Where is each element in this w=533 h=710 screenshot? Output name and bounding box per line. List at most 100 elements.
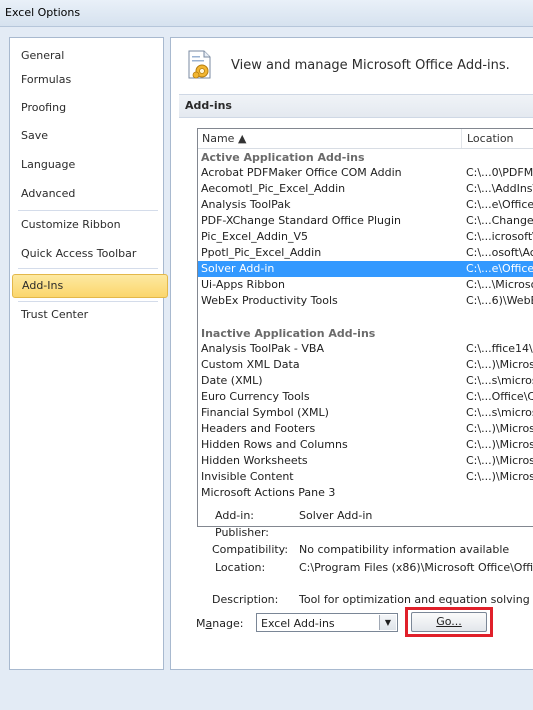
table-row[interactable]: Euro Currency Tools C:\...Office\C [198, 389, 533, 405]
table-row[interactable]: Microsoft Actions Pane 3 [198, 485, 533, 501]
nav-pane: General Formulas Proofing Save Language … [9, 37, 168, 670]
column-header-location[interactable]: Location [467, 132, 514, 145]
addin-location: C:\...ffice14\L [466, 342, 533, 355]
addin-location: C:\...icrosoft\ [466, 230, 533, 243]
column-header-name[interactable]: Name ▲ [202, 132, 246, 145]
nav-item-proofing[interactable]: Proofing [12, 96, 166, 120]
addin-location: C:\...)\Micros [466, 422, 533, 435]
nav-item-quick-access-toolbar[interactable]: Quick Access Toolbar [12, 242, 166, 266]
addin-location: C:\...s\micros [466, 406, 533, 419]
detail-publisher-label: Publisher: [215, 526, 270, 539]
detail-location-value: C:\Program Files (x86)\Microsoft Office\… [299, 561, 533, 574]
manage-select-value: Excel Add-ins [261, 617, 335, 630]
table-row[interactable]: Hidden Rows and Columns C:\...)\Micros [198, 437, 533, 453]
group-header-inactive: Inactive Application Add-ins [201, 327, 376, 340]
table-row[interactable]: Analysis ToolPak - VBA C:\...ffice14\L [198, 341, 533, 357]
addin-name: Solver Add-in [201, 262, 275, 275]
go-button[interactable]: Go... [411, 612, 487, 632]
page-heading: View and manage Microsoft Office Add-ins… [231, 58, 510, 73]
table-row[interactable]: Aecomotl_Pic_Excel_Addin C:\...\AddIns\ [198, 181, 533, 197]
table-header: Name ▲ Location [198, 129, 533, 149]
detail-compat-label: Compatibility: [212, 543, 289, 556]
addin-name: Invisible Content [201, 470, 294, 483]
addin-location: C:\...)\Micros [466, 438, 533, 451]
addin-name: Hidden Rows and Columns [201, 438, 348, 451]
addin-location: C:\...0\PDFMa [466, 166, 533, 179]
addin-name: Hidden Worksheets [201, 454, 308, 467]
addin-location: C:\...Office\C [466, 390, 533, 403]
nav-divider [18, 210, 158, 211]
detail-description-label: Description: [212, 593, 279, 606]
addin-location: C:\...)\Micros [466, 358, 533, 371]
addins-list[interactable]: Name ▲ Location Active Application Add-i… [197, 128, 533, 527]
nav-item-label: Formulas [21, 73, 72, 86]
detail-location-label: Location: [215, 561, 266, 574]
addin-name: Custom XML Data [201, 358, 300, 371]
table-row[interactable]: Ppotl_Pic_Excel_Addin C:\...osoft\Ac [198, 245, 533, 261]
nav-item-label: Trust Center [21, 308, 89, 321]
addin-name: Aecomotl_Pic_Excel_Addin [201, 182, 346, 195]
nav-divider [18, 301, 158, 302]
addin-location: C:\...\Microso [466, 278, 533, 291]
table-row[interactable]: Custom XML Data C:\...)\Micros [198, 357, 533, 373]
nav-item-save[interactable]: Save [12, 124, 166, 148]
detail-compat-value: No compatibility information available [299, 543, 510, 556]
addin-location: C:\...e\Office [466, 262, 533, 275]
addin-name: Analysis ToolPak - VBA [201, 342, 324, 355]
table-row[interactable]: Hidden Worksheets C:\...)\Micros [198, 453, 533, 469]
addin-name: Ui-Apps Ribbon [201, 278, 285, 291]
nav-item-general[interactable]: General [12, 44, 166, 68]
nav-item-customize-ribbon[interactable]: Customize Ribbon [12, 213, 166, 237]
addin-location: C:\...osoft\Ac [466, 246, 533, 259]
table-row[interactable]: Headers and Footers C:\...)\Micros [198, 421, 533, 437]
detail-description-value: Tool for optimization and equation solvi… [299, 593, 530, 606]
addin-name: WebEx Productivity Tools [201, 294, 338, 307]
nav-item-label: Advanced [21, 187, 76, 200]
detail-addin-label: Add-in: [215, 509, 254, 522]
nav-item-label: Customize Ribbon [21, 218, 121, 231]
addin-location: C:\...s\micros [466, 374, 533, 387]
addin-location: C:\...)\Micros [466, 454, 533, 467]
addins-gear-icon [188, 50, 211, 79]
title-bar: Excel Options [0, 0, 533, 27]
nav-item-label: Quick Access Toolbar [21, 247, 137, 260]
table-row-selected[interactable]: Solver Add-in C:\...e\Office [198, 261, 533, 277]
nav-item-language[interactable]: Language [12, 153, 166, 177]
addin-name: Date (XML) [201, 374, 263, 387]
table-row[interactable]: Financial Symbol (XML) C:\...s\micros [198, 405, 533, 421]
addin-name: Pic_Excel_Addin_V5 [201, 230, 308, 243]
nav-item-trust-center[interactable]: Trust Center [12, 303, 166, 327]
table-row[interactable]: Ui-Apps Ribbon C:\...\Microso [198, 277, 533, 293]
nav-item-add-ins[interactable]: Add-Ins [12, 274, 168, 298]
manage-select[interactable]: Excel Add-ins ▼ [256, 613, 398, 632]
table-row[interactable]: WebEx Productivity Tools C:\...6)\WebE [198, 293, 533, 309]
group-header-active: Active Application Add-ins [201, 151, 365, 164]
table-row[interactable]: Date (XML) C:\...s\micros [198, 373, 533, 389]
table-row[interactable]: Invisible Content C:\...)\Micros [198, 469, 533, 485]
nav-item-label: Add-Ins [22, 279, 64, 292]
table-row[interactable]: Acrobat PDFMaker Office COM Addin C:\...0… [198, 165, 533, 181]
manage-label: Manage: [196, 617, 243, 630]
addin-name: Analysis ToolPak [201, 198, 291, 211]
addin-location: C:\...e\Office [466, 198, 533, 211]
chevron-down-icon[interactable]: ▼ [379, 615, 396, 630]
table-row[interactable]: Pic_Excel_Addin_V5 C:\...icrosoft\ [198, 229, 533, 245]
manage-label-prefix: M [196, 617, 206, 630]
go-button-label: Go... [436, 615, 462, 628]
addin-name: Headers and Footers [201, 422, 316, 435]
manage-label-rest: nage: [212, 617, 244, 630]
content-pane: View and manage Microsoft Office Add-ins… [170, 37, 533, 670]
column-divider[interactable] [461, 129, 462, 148]
addin-location: C:\...6)\WebE [466, 294, 533, 307]
nav-item-advanced[interactable]: Advanced [12, 182, 166, 206]
table-row[interactable]: Analysis ToolPak C:\...e\Office [198, 197, 533, 213]
section-header: Add-ins [179, 94, 533, 118]
nav-item-label: Proofing [21, 101, 67, 114]
nav-item-label: General [21, 49, 65, 62]
addin-name: Financial Symbol (XML) [201, 406, 329, 419]
table-row[interactable]: PDF-XChange Standard Office Plugin C:\...… [198, 213, 533, 229]
detail-addin-value: Solver Add-in [299, 509, 373, 522]
nav-item-formulas[interactable]: Formulas [12, 68, 166, 92]
window-title: Excel Options [5, 6, 81, 19]
addin-location: C:\...\AddIns\ [466, 182, 533, 195]
